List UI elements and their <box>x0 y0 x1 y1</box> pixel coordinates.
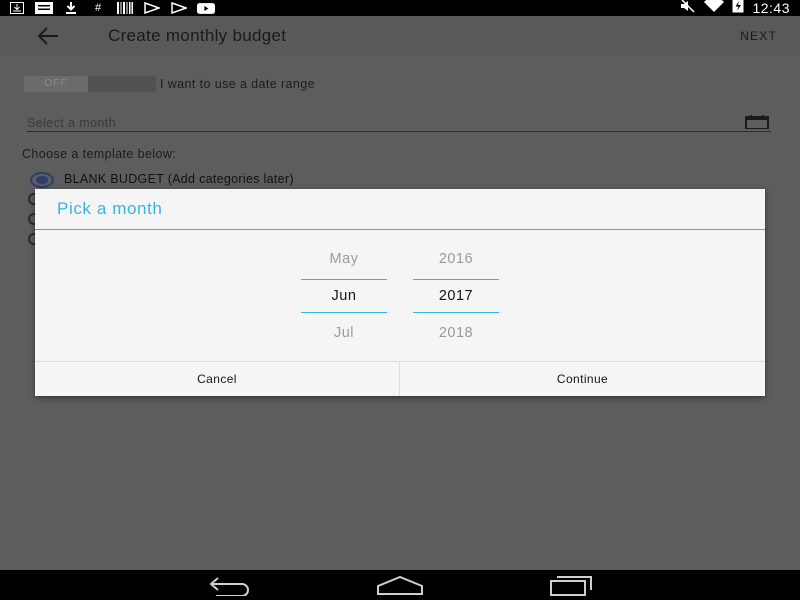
nav-home-icon[interactable] <box>376 574 424 596</box>
dialog-title: Pick a month <box>57 199 163 218</box>
play-store-icon <box>170 2 188 14</box>
message-icon <box>35 2 53 14</box>
navigation-bar <box>0 570 800 600</box>
back-arrow-icon[interactable] <box>36 25 60 47</box>
nav-recents-icon[interactable] <box>549 574 595 596</box>
youtube-icon <box>197 2 215 14</box>
year-prev[interactable]: 2016 <box>413 251 499 267</box>
month-picker[interactable]: May Jun Jul <box>301 241 387 341</box>
download-icon <box>62 2 80 14</box>
nav-back-icon[interactable] <box>206 574 252 597</box>
month-placeholder: Select a month <box>27 116 116 130</box>
barcode-icon <box>116 2 134 14</box>
play-store-icon <box>143 2 161 14</box>
next-button[interactable]: NEXT <box>740 29 777 43</box>
date-range-label: I want to use a date range <box>160 77 315 91</box>
month-next[interactable]: Jul <box>301 325 387 341</box>
date-range-toggle[interactable]: OFF <box>24 76 156 92</box>
radio-blank-budget[interactable] <box>30 172 54 188</box>
month-field[interactable]: Select a month <box>27 114 771 132</box>
year-picker[interactable]: 2016 2017 2018 <box>413 241 499 341</box>
system-icons: 12:43 <box>680 0 790 16</box>
hash-icon: # <box>94 1 102 14</box>
year-next[interactable]: 2018 <box>413 325 499 341</box>
status-bar: # 12:43 <box>0 0 800 16</box>
download-box-icon <box>8 2 26 14</box>
toggle-state-label: OFF <box>24 76 88 92</box>
page-title: Create monthly budget <box>108 26 287 45</box>
continue-button[interactable]: Continue <box>400 362 765 396</box>
picker-divider <box>413 279 499 280</box>
picker-divider <box>301 279 387 280</box>
radio-label-blank-budget: BLANK BUDGET (Add categories later) <box>64 172 294 186</box>
picker-divider <box>413 312 499 313</box>
clock: 12:43 <box>752 0 790 16</box>
template-heading: Choose a template below: <box>22 147 177 161</box>
notification-icons: # <box>8 1 215 15</box>
wifi-icon <box>704 0 725 18</box>
picker-divider <box>301 312 387 313</box>
month-prev[interactable]: May <box>301 251 387 267</box>
dialog-title-divider <box>35 229 765 230</box>
mute-icon <box>680 0 696 18</box>
month-current[interactable]: Jun <box>301 288 387 304</box>
cancel-button[interactable]: Cancel <box>35 362 399 396</box>
pick-month-dialog: Pick a month May Jun Jul 2016 2017 2018 … <box>35 189 765 396</box>
year-current[interactable]: 2017 <box>413 288 499 304</box>
app-bar: Create monthly budget NEXT <box>0 16 800 56</box>
calendar-icon[interactable] <box>745 115 769 130</box>
